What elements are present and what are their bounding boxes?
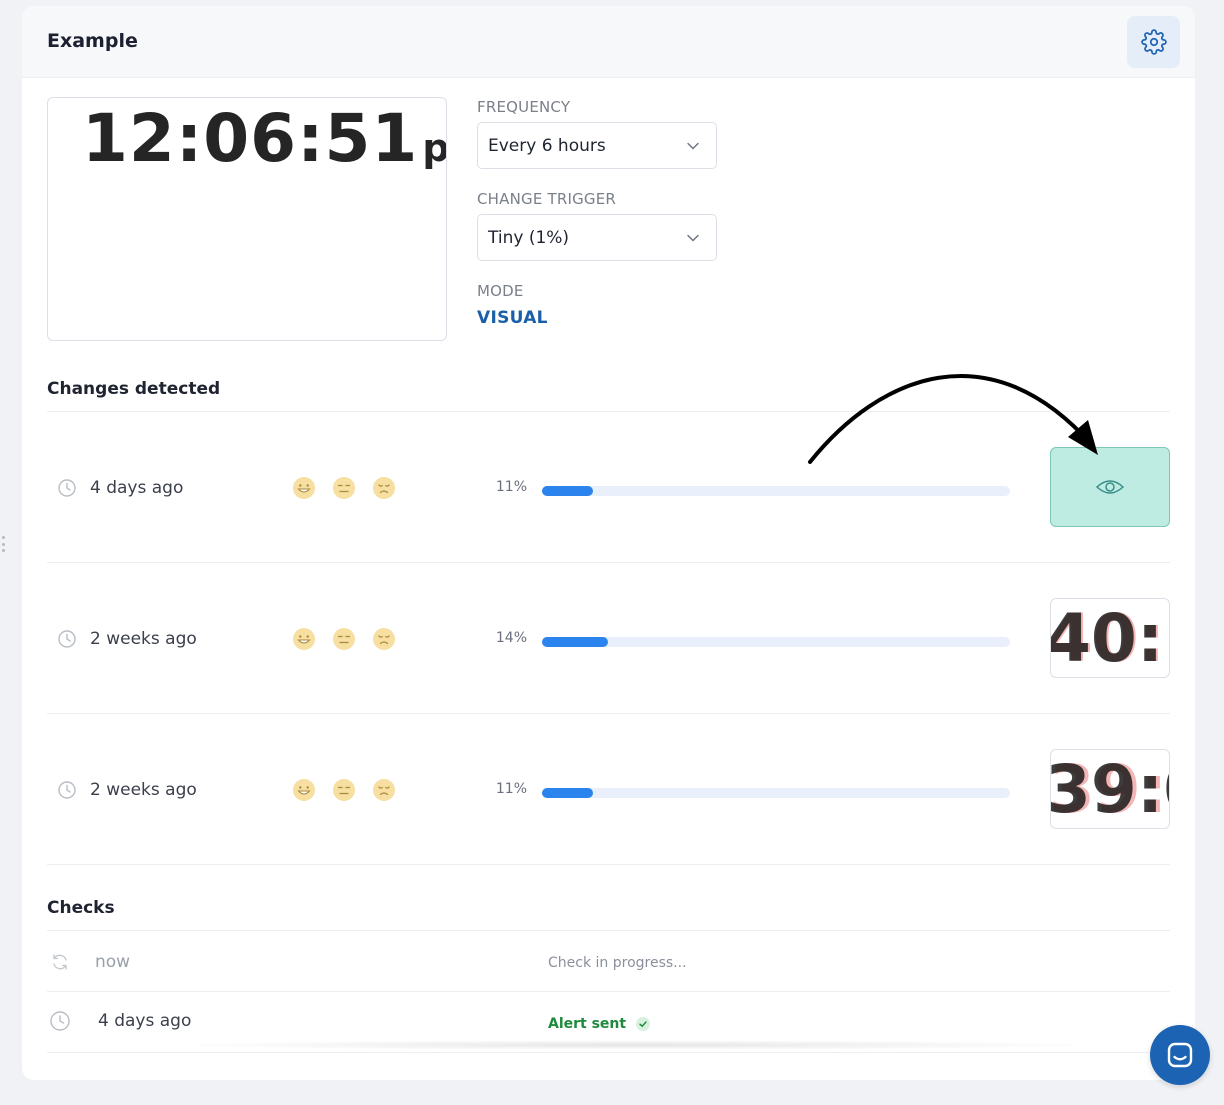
resize-handle[interactable] [0,536,6,552]
card-header: Example [22,6,1195,78]
disappointed-face-icon[interactable] [372,476,396,500]
change-row[interactable]: 4 days ago 11% [47,412,1170,562]
change-trigger-label: CHANGE TRIGGER [477,190,617,208]
frequency-value: Every 6 hours [488,135,606,156]
frequency-label: FREQUENCY [477,98,571,116]
clock-icon [50,1011,70,1031]
clock-icon [58,781,76,799]
refresh-icon [53,954,67,970]
mode-label: MODE [477,282,524,300]
frequency-select[interactable]: Every 6 hours [477,122,717,169]
alert-status-label: Alert sent [548,1016,627,1032]
change-progress-bar [542,486,1010,496]
rating-emojis [292,778,396,802]
change-progress-bar [542,788,1010,798]
bottom-shadow [160,1040,1110,1050]
check-status: Check in progress... [548,955,687,971]
clock-icon [58,479,76,497]
thumbnail-text: 39:0 [1050,751,1169,828]
check-time: 4 days ago [98,1011,192,1031]
change-thumbnail[interactable]: 40:1 40:1 [1050,598,1170,678]
grinning-face-icon[interactable] [292,627,316,651]
change-progress-fill [542,637,608,647]
chevron-down-icon [687,142,699,150]
grinning-face-icon[interactable] [292,476,316,500]
chat-button[interactable] [1150,1025,1210,1085]
change-trigger-value: Tiny (1%) [488,227,570,248]
preview-time: 12:06:51 [82,100,419,177]
change-percent: 11% [495,479,527,495]
change-thumbnail[interactable]: 39:0 39:0 [1050,749,1170,829]
change-progress-fill [542,788,594,798]
page-title: Example [47,30,138,52]
settings-button[interactable] [1127,16,1180,68]
change-trigger-select[interactable]: Tiny (1%) [477,214,717,261]
changes-section-title: Changes detected [47,379,221,399]
expressionless-face-icon[interactable] [332,476,356,500]
thumbnail-text: 40:1 [1050,600,1169,677]
change-progress-bar [542,637,1010,647]
checks-section-title: Checks [47,898,115,918]
view-change-thumbnail[interactable] [1050,447,1170,527]
change-progress-fill [542,486,594,496]
check-row: now Check in progress... [47,931,1170,991]
change-time: 2 weeks ago [90,629,197,649]
check-icon [636,1017,651,1031]
disappointed-face-icon[interactable] [372,778,396,802]
clock-icon [58,630,76,648]
rating-emojis [292,476,396,500]
chevron-down-icon [687,234,699,242]
monitor-card: Example 12:06:51 pm FREQUENCY Every 6 ho… [22,6,1195,1080]
change-percent: 11% [495,781,527,797]
gear-icon [1140,29,1167,55]
change-percent: 14% [495,630,527,646]
disappointed-face-icon[interactable] [372,627,396,651]
divider [47,1052,1170,1053]
rating-emojis [292,627,396,651]
eye-icon [1095,480,1125,494]
change-row[interactable]: 2 weeks ago 11% 39:0 39:0 [47,714,1170,864]
grinning-face-icon[interactable] [292,778,316,802]
divider [47,864,1170,865]
expressionless-face-icon[interactable] [332,627,356,651]
change-time: 2 weeks ago [90,780,197,800]
preview-ampm: pm [422,126,447,170]
chat-icon [1167,1042,1193,1068]
mode-value[interactable]: VISUAL [477,308,548,328]
change-row[interactable]: 2 weeks ago 14% 40:1 40:1 [47,563,1170,713]
alert-status: Alert sent [548,1016,651,1032]
preview-clock: 12:06:51 pm [82,100,447,177]
check-time: now [95,952,131,972]
expressionless-face-icon[interactable] [332,778,356,802]
page-preview[interactable]: 12:06:51 pm [47,97,447,341]
change-time: 4 days ago [90,478,184,498]
